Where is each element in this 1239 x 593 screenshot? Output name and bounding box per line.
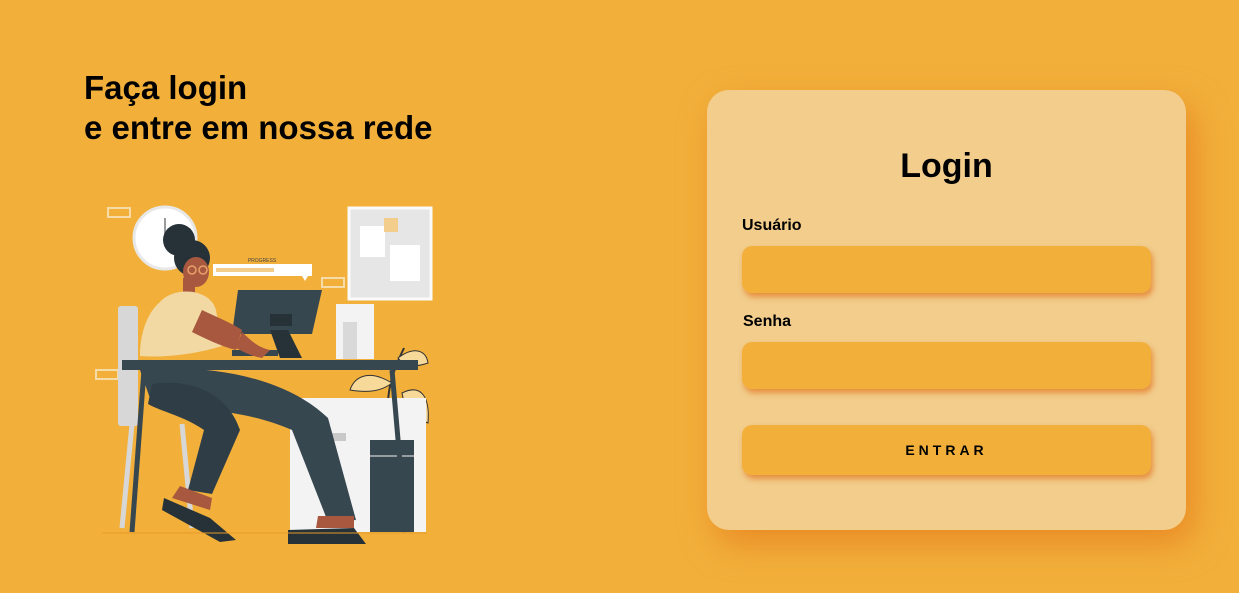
hero-headline-line2: e entre em nossa rede xyxy=(84,109,433,146)
password-input[interactable] xyxy=(742,342,1151,389)
login-title: Login xyxy=(900,147,993,185)
username-label: Usuário xyxy=(742,217,802,234)
username-input[interactable] xyxy=(742,246,1151,293)
hero-headline: Faça login e entre em nossa rede xyxy=(84,68,433,148)
password-label: Senha xyxy=(743,313,792,330)
notice-board-icon xyxy=(347,206,433,301)
login-card: Login Usuário Senha ENTRAR xyxy=(707,90,1186,530)
woman-at-computer-illustration: PROGRESS xyxy=(95,205,433,544)
progress-banner: PROGRESS xyxy=(213,258,312,281)
hero-headline-line1: Faça login xyxy=(84,69,248,106)
progress-text: PROGRESS xyxy=(248,258,277,264)
submit-button[interactable]: ENTRAR xyxy=(742,425,1151,475)
